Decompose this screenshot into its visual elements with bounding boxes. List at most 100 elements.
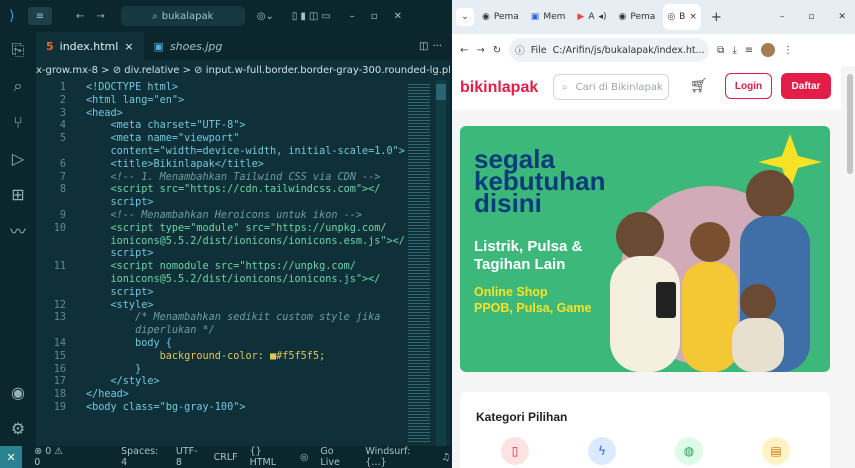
- line-number: 19: [53, 402, 66, 413]
- site-search-input[interactable]: ⌕ Cari di Bikinlapak: [553, 74, 669, 100]
- category-electricity-icon[interactable]: ϟ: [588, 437, 616, 465]
- new-tab-button[interactable]: +: [705, 10, 728, 25]
- minimize-icon[interactable]: –: [350, 11, 355, 22]
- minimize-icon[interactable]: –: [780, 12, 785, 22]
- extensions-puzzle-icon[interactable]: ⧉: [717, 45, 724, 56]
- windsurf-icon[interactable]: 〰: [0, 212, 36, 248]
- tab-close-icon[interactable]: ×: [689, 12, 697, 22]
- site-icon: ▣: [530, 12, 540, 22]
- reading-list-icon[interactable]: ≡: [745, 45, 753, 56]
- search-sidebar-icon[interactable]: ⌕: [0, 68, 36, 104]
- close-icon[interactable]: ✕: [838, 12, 846, 22]
- code-line[interactable]: <script src="https://cdn.tailwindcss.com…: [86, 184, 381, 197]
- back-arrow-icon[interactable]: ←: [460, 45, 468, 56]
- category-phone-icon[interactable]: ▯: [501, 437, 529, 465]
- extensions-icon[interactable]: ⊞: [0, 176, 36, 212]
- code-line[interactable]: <meta name="viewport": [86, 133, 240, 146]
- copilot-status-icon[interactable]: ◎: [300, 452, 308, 463]
- code-line[interactable]: </head>: [86, 389, 129, 402]
- go-live[interactable]: Go Live: [320, 446, 353, 468]
- code-line[interactable]: content="width=device-width, initial-sca…: [86, 146, 405, 159]
- indent-spaces[interactable]: Spaces: 4: [121, 446, 164, 468]
- browser-tab-3[interactable]: ▶ A ◂): [573, 4, 610, 30]
- command-search[interactable]: ⌕ bukalapak: [120, 6, 245, 26]
- code-line[interactable]: script>: [86, 248, 154, 261]
- code-line[interactable]: ionicons@5.5.2/dist/ionicons/ionicons.es…: [86, 236, 405, 249]
- code-line[interactable]: script>: [86, 197, 154, 210]
- eol[interactable]: CRLF: [214, 452, 238, 463]
- login-button[interactable]: Login: [725, 73, 772, 99]
- settings-gear-icon[interactable]: ⚙: [0, 410, 36, 446]
- language-mode[interactable]: {} HTML: [250, 446, 289, 468]
- code-line[interactable]: /* Menambahkan sedikit custom style jika: [86, 312, 380, 325]
- maximize-icon[interactable]: ▫: [808, 12, 814, 22]
- copilot-icon[interactable]: ◎⌄: [257, 11, 274, 22]
- code-line[interactable]: <!-- 1. Menambahkan Tailwind CSS via CDN…: [86, 172, 381, 185]
- code-line[interactable]: <!DOCTYPE html>: [86, 82, 178, 95]
- forward-arrow-icon[interactable]: →: [476, 45, 484, 56]
- code-line[interactable]: background-color: ■#f5f5f5;: [86, 351, 326, 364]
- cart-icon[interactable]: 🛒︎: [690, 78, 708, 94]
- category-section: Kategori Pilihan ▯ ϟ ◍ ▤: [460, 392, 830, 468]
- address-bar[interactable]: ⓘ File C:/Arifin/js/bukalapak/index.ht..…: [509, 38, 710, 62]
- code-line[interactable]: <html lang="en">: [86, 95, 184, 108]
- browser-tab-1[interactable]: ◉ Pema: [478, 4, 523, 30]
- menu-icon[interactable]: ≡: [28, 7, 52, 25]
- code-line[interactable]: ionicons@5.5.2/dist/ionicons/ionicons.js…: [86, 274, 381, 287]
- audio-icon[interactable]: ◂): [598, 12, 606, 22]
- profile-avatar[interactable]: [761, 43, 776, 57]
- source-control-icon[interactable]: ⑂: [0, 104, 36, 140]
- tab-search-icon[interactable]: ⌄: [456, 8, 474, 26]
- vscode-window: ⟩ ≡ ← → ⌕ bukalapak ◎⌄ ▯▮◫▭ – ▫ ✕ ⎘ ⌕ ⑂ ▷…: [0, 0, 450, 468]
- browser-tabstrip: ⌄ ◉ Pema ▣ Mem ▶ A ◂) ◉ Pema ◎ B × + – ▫ ✕: [452, 0, 855, 34]
- code-line[interactable]: <!-- Menambahkan Heroicons untuk ikon --…: [86, 210, 362, 223]
- layout-icons[interactable]: ▯▮◫▭: [292, 11, 334, 22]
- browser-tab-4[interactable]: ◉ Pema: [615, 4, 660, 30]
- code-line[interactable]: <meta charset="UTF-8">: [86, 120, 246, 133]
- minimap[interactable]: [406, 80, 450, 446]
- bell-icon[interactable]: ♫: [441, 452, 450, 463]
- tab-close-icon[interactable]: ×: [124, 40, 133, 53]
- code-line[interactable]: <script type="module" src="https://unpkg…: [86, 223, 387, 236]
- code-line[interactable]: <script nomodule src="https://unpkg.com/: [86, 261, 356, 274]
- run-debug-icon[interactable]: ▷: [0, 140, 36, 176]
- browser-tab-active[interactable]: ◎ B ×: [663, 4, 701, 30]
- hero-banner[interactable]: segala kebutuhan disini Listrik, Pulsa &…: [460, 126, 830, 372]
- breadcrumb[interactable]: x-grow.mx-8 > ⊘ div.relative > ⊘ input.w…: [36, 60, 450, 80]
- explorer-icon[interactable]: ⎘: [0, 32, 36, 68]
- code-line[interactable]: diperlukan */: [86, 325, 215, 338]
- back-arrow-icon[interactable]: ←: [76, 11, 84, 22]
- reload-icon[interactable]: ↻: [493, 45, 501, 56]
- code-line[interactable]: script>: [86, 287, 154, 300]
- windsurf-status[interactable]: Windsurf: {...}: [365, 446, 429, 468]
- remote-icon[interactable]: ✕: [0, 446, 23, 468]
- code-line[interactable]: <title>Bikinlapak</title>: [86, 159, 264, 172]
- menu-dots-icon[interactable]: ⋮: [783, 45, 793, 56]
- code-line[interactable]: <head>: [86, 108, 123, 121]
- close-icon[interactable]: ✕: [394, 11, 402, 22]
- browser-tab-2[interactable]: ▣ Mem: [527, 4, 570, 30]
- problems-count[interactable]: ⊗ 0 ⚠ 0: [34, 446, 69, 468]
- code-line[interactable]: }: [86, 364, 141, 377]
- download-icon[interactable]: ⤓: [732, 45, 736, 56]
- site-logo[interactable]: bikinlapak: [460, 79, 538, 97]
- line-number: 16: [53, 363, 66, 375]
- more-actions-icon[interactable]: ···: [432, 32, 450, 60]
- daftar-button[interactable]: Daftar: [781, 73, 831, 99]
- tab-shoes-jpg[interactable]: ▣ shoes.jpg: [144, 32, 233, 60]
- tab-index-html[interactable]: 5 index.html ×: [36, 32, 144, 60]
- code-line[interactable]: <style>: [86, 300, 154, 313]
- split-editor-icon[interactable]: ◫: [419, 32, 432, 60]
- browser-tab-label: Pema: [630, 12, 656, 22]
- forward-arrow-icon[interactable]: →: [96, 11, 104, 22]
- code-line[interactable]: <body class="bg-gray-100">: [86, 402, 245, 415]
- account-icon[interactable]: ◉: [0, 374, 36, 410]
- code-editor[interactable]: 1 <!DOCTYPE html> 2 <html lang="en"> 3 <head>…: [36, 80, 406, 446]
- category-bill-icon[interactable]: ▤: [762, 437, 790, 465]
- maximize-icon[interactable]: ▫: [371, 11, 378, 22]
- code-line[interactable]: body {: [86, 338, 172, 351]
- code-line[interactable]: </style>: [86, 376, 160, 389]
- category-game-icon[interactable]: ◍: [675, 437, 703, 465]
- page-scrollbar[interactable]: [847, 74, 853, 174]
- encoding[interactable]: UTF-8: [176, 446, 202, 468]
